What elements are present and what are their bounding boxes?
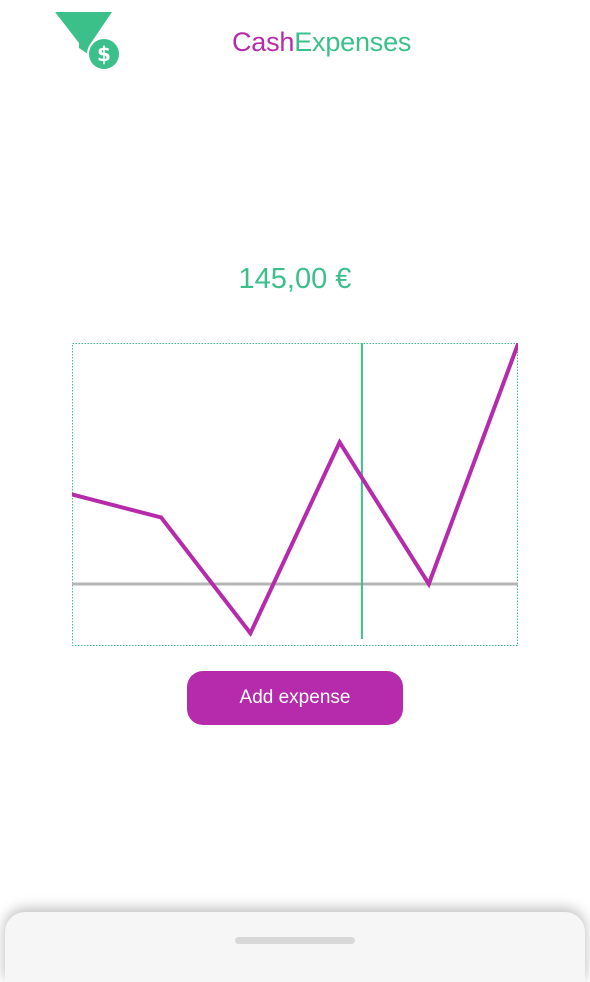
chart-point (426, 582, 431, 587)
bottom-sheet[interactable] (5, 912, 585, 982)
chart-point (159, 515, 164, 520)
chart-series-line (72, 343, 518, 638)
logo: $ (54, 10, 124, 72)
bottom-sheet-handle[interactable] (235, 937, 355, 944)
app-title: CashExpenses (232, 25, 411, 59)
expense-chart (72, 343, 518, 646)
add-expense-button[interactable]: Add expense (187, 671, 403, 725)
expense-chart-svg (72, 343, 518, 646)
total-amount: 145,00 € (238, 263, 352, 295)
app-title-cash: Cash (232, 27, 295, 57)
svg-text:$: $ (97, 42, 111, 66)
app-title-expenses: Expenses (294, 27, 412, 57)
chart-point (248, 631, 253, 636)
chart-frame (72, 343, 518, 646)
funnel-dollar-icon: $ (55, 12, 121, 71)
chart-point (337, 440, 342, 445)
